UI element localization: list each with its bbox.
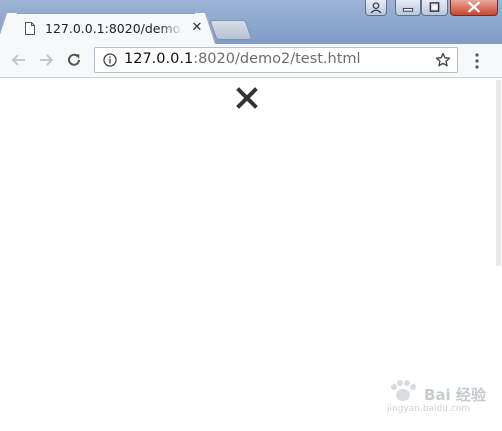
minimize-button[interactable] xyxy=(395,0,421,16)
user-icon xyxy=(370,2,382,14)
watermark-brand: Bai 经验 xyxy=(424,386,486,404)
url-host: 127.0.0.1 xyxy=(124,51,194,67)
new-tab-button[interactable] xyxy=(209,20,253,40)
window-close-icon xyxy=(468,1,480,13)
arrow-left-icon[interactable] xyxy=(10,51,28,69)
kebab-menu-icon[interactable] xyxy=(474,52,480,70)
title-bar: 127.0.0.1:8020/demo2/ ✕ xyxy=(0,0,502,44)
document-icon xyxy=(25,22,35,35)
browser-tab[interactable]: 127.0.0.1:8020/demo2/ ✕ xyxy=(0,13,217,44)
watermark: Bai 经验 jingyan.baidu.com xyxy=(382,376,494,416)
url-path: :8020/demo2/test.html xyxy=(193,51,361,67)
user-profile-button[interactable] xyxy=(365,0,387,16)
minimize-icon xyxy=(402,7,414,12)
window-close-button[interactable] xyxy=(450,0,498,16)
url-text: 127.0.0.1:8020/demo2/test.html xyxy=(124,51,361,67)
close-x-icon[interactable] xyxy=(236,87,258,109)
maximize-button[interactable] xyxy=(421,0,448,16)
paw-logo-icon xyxy=(391,380,416,401)
watermark-url: jingyan.baidu.com xyxy=(387,404,471,414)
vertical-scrollbar[interactable] xyxy=(494,78,502,431)
tab-close-icon[interactable]: ✕ xyxy=(190,20,204,36)
arrow-right-icon[interactable] xyxy=(37,51,55,69)
reload-icon[interactable] xyxy=(65,51,83,69)
restore-icon xyxy=(429,2,440,12)
browser-toolbar: 127.0.0.1:8020/demo2/test.html xyxy=(0,44,502,78)
scrollbar-thumb[interactable] xyxy=(496,80,501,266)
address-bar[interactable]: 127.0.0.1:8020/demo2/test.html xyxy=(94,47,458,73)
star-icon[interactable] xyxy=(435,52,451,68)
tab-title: 127.0.0.1:8020/demo2/ xyxy=(45,21,183,36)
info-icon[interactable] xyxy=(103,53,117,67)
